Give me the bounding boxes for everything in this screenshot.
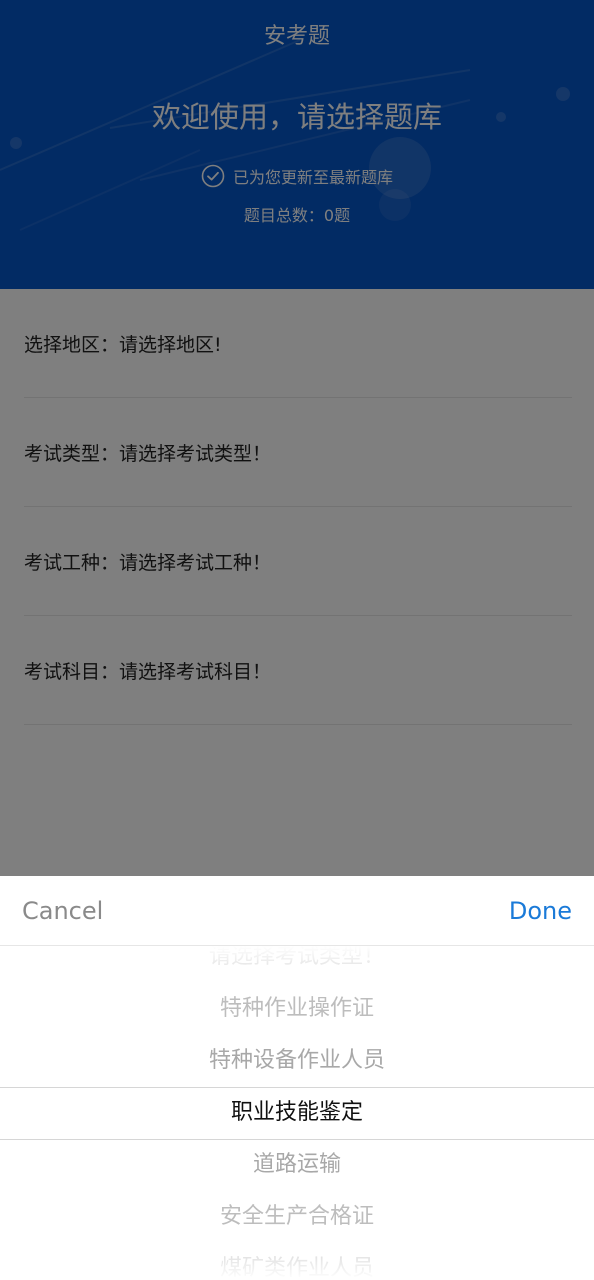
selection-line-bottom	[0, 1139, 594, 1140]
picker-option[interactable]: 道路运输	[0, 1139, 594, 1191]
done-button[interactable]: Done	[509, 897, 572, 925]
picker-option[interactable]: 特种设备作业人员	[0, 1035, 594, 1087]
selection-line-top	[0, 1087, 594, 1088]
picker-option[interactable]: 特种作业操作证	[0, 983, 594, 1035]
picker-wheel[interactable]: 请选择考试类型！ 特种作业操作证 特种设备作业人员 职业技能鉴定 道路运输 安全…	[0, 946, 594, 1280]
cancel-button[interactable]: Cancel	[22, 897, 103, 925]
picker-option[interactable]: 请选择考试类型！	[0, 946, 594, 983]
picker-sheet: Cancel Done 请选择考试类型！ 特种作业操作证 特种设备作业人员 职业…	[0, 876, 594, 1280]
picker-option-selected[interactable]: 职业技能鉴定	[0, 1087, 594, 1139]
picker-option[interactable]: 安全生产合格证	[0, 1191, 594, 1243]
picker-option[interactable]: 煤矿类作业人员	[0, 1243, 594, 1280]
picker-toolbar: Cancel Done	[0, 876, 594, 946]
